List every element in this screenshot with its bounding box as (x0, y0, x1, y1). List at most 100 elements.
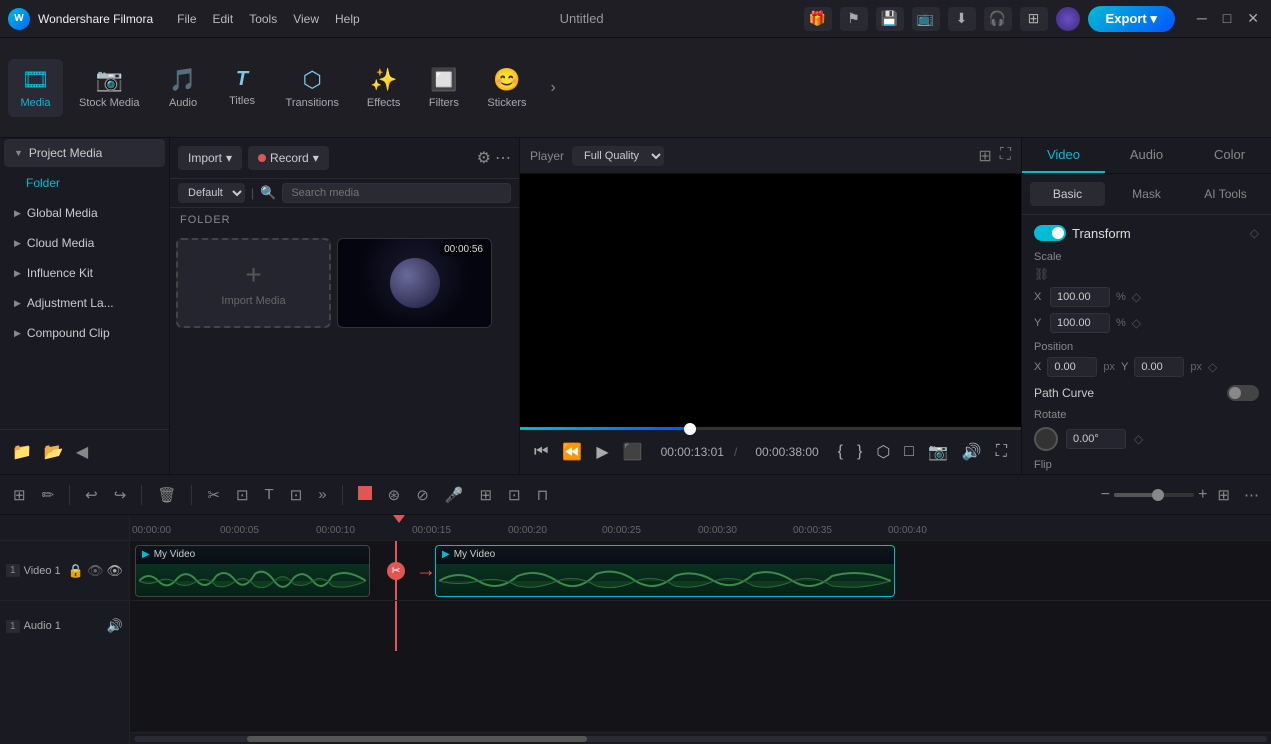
zoom-track[interactable] (1114, 493, 1194, 497)
frame-back-button[interactable]: ⏪ (558, 438, 586, 466)
toolbar-titles[interactable]: T Titles (215, 60, 270, 115)
delete-button[interactable]: 🗑 (152, 482, 181, 508)
toolbar-stock-media[interactable]: 📷 Stock Media (67, 59, 152, 117)
flag-icon-btn[interactable]: ⚑ (840, 7, 868, 31)
timeline-ruler[interactable]: 00:00:00 00:00:05 00:00:10 00:00:15 00:0… (130, 515, 1271, 541)
redo-button[interactable]: ↪ (109, 482, 132, 508)
insert-icon[interactable]: ⬡ (872, 438, 894, 466)
scale-y-diamond[interactable]: ◇ (1132, 316, 1141, 330)
subtab-mask[interactable]: Mask (1109, 182, 1184, 206)
zoom-out-button[interactable]: − (1101, 486, 1110, 504)
rotate-dial[interactable] (1034, 427, 1058, 451)
grid-view-icon[interactable]: ⊞ (978, 146, 991, 166)
toolbar-transitions[interactable]: ⬡ Transitions (274, 59, 351, 117)
pos-x-input[interactable] (1047, 357, 1097, 377)
transform-keyframe-diamond[interactable]: ◇ (1250, 226, 1259, 240)
record-tl-button[interactable] (353, 482, 377, 508)
more-btn[interactable]: » (313, 482, 331, 507)
sidebar-item-global-media[interactable]: ▶ Global Media (4, 199, 165, 227)
hscrollbar-thumb[interactable] (247, 736, 587, 742)
minimize-button[interactable]: ─ (1193, 10, 1211, 27)
aspect-button[interactable]: ⊡ (285, 482, 308, 508)
toolbar-audio[interactable]: 🎵 Audio (156, 59, 211, 117)
add-folder-icon[interactable]: 📂 (40, 438, 68, 466)
snapshot-icon[interactable]: 📷 (924, 438, 952, 466)
fullscreen-icon[interactable]: ⛶ (1000, 146, 1011, 166)
video-clip-right[interactable]: ▶ My Video (435, 545, 895, 597)
menu-tools[interactable]: Tools (249, 12, 277, 26)
overwrite-icon[interactable]: □ (900, 439, 918, 465)
record-button[interactable]: Record ▾ (248, 146, 329, 170)
video-lock-icon[interactable]: 🔒 (68, 563, 84, 579)
add-media-button[interactable]: + Import Media (176, 238, 331, 328)
search-input[interactable] (282, 183, 511, 203)
pos-y-input[interactable] (1134, 357, 1184, 377)
headphone-icon-btn[interactable]: 🎧 (984, 7, 1012, 31)
toolbar-media[interactable]: 🎞 Media (8, 59, 63, 117)
overlay-button[interactable]: ⊛ (383, 482, 406, 508)
pos-diamond[interactable]: ◇ (1208, 360, 1217, 374)
text-button[interactable]: T (260, 482, 279, 507)
scale-y-input[interactable] (1050, 313, 1110, 333)
avatar-btn[interactable] (1056, 7, 1080, 31)
tab-video[interactable]: Video (1022, 138, 1105, 173)
zoom-in-button[interactable]: + (1198, 486, 1207, 504)
split-audio-button[interactable]: ⊘ (411, 482, 434, 508)
gift-icon-btn[interactable]: 🎁 (804, 7, 832, 31)
quality-dropdown[interactable]: Full Quality (572, 146, 664, 166)
grid-layout-icon[interactable]: ⊞ (1213, 482, 1234, 508)
snap-icon[interactable]: ⊞ (8, 482, 31, 508)
toolbar-stickers[interactable]: 😊 Stickers (475, 59, 538, 117)
expand-icon[interactable]: ⛶ (992, 439, 1011, 465)
filter-icon[interactable]: ⚙ (477, 148, 491, 168)
sidebar-item-cloud-media[interactable]: ▶ Cloud Media (4, 229, 165, 257)
transform-tl-button[interactable]: ⊓ (532, 482, 554, 508)
video-clip-left[interactable]: ▶ My Video (135, 545, 370, 597)
subtab-basic[interactable]: Basic (1030, 182, 1105, 206)
progress-handle[interactable] (684, 423, 696, 435)
menu-help[interactable]: Help (335, 12, 360, 26)
mic-button[interactable]: 🎤 (440, 482, 469, 508)
hscrollbar-track[interactable] (134, 736, 1267, 742)
toolbar-filters[interactable]: 🔲 Filters (416, 59, 471, 117)
scale-x-diamond[interactable]: ◇ (1132, 290, 1141, 304)
player-progress[interactable] (520, 427, 1021, 430)
undo-button[interactable]: ↩ (80, 482, 103, 508)
sidebar-item-folder[interactable]: Folder (4, 169, 165, 197)
toolbar-more-arrow[interactable]: › (542, 71, 563, 105)
maximize-button[interactable]: □ (1219, 10, 1235, 27)
screen-icon-btn[interactable]: 📺 (912, 7, 940, 31)
cut-button[interactable]: ✂ (202, 482, 225, 508)
pip-button[interactable]: ⊡ (503, 482, 526, 508)
video-hide-icon[interactable]: 👁 (87, 563, 104, 579)
zoom-thumb[interactable] (1152, 489, 1164, 501)
sidebar-item-compound-clip[interactable]: ▶ Compound Clip (4, 319, 165, 347)
save-icon-btn[interactable]: 💾 (876, 7, 904, 31)
audio-vol-icon[interactable]: 🔊 (107, 618, 123, 634)
group-button[interactable]: ⊞ (474, 482, 497, 508)
sidebar-item-project-media[interactable]: ▼ Project Media (4, 139, 165, 167)
video-eye-icon[interactable]: 👁 (106, 563, 123, 579)
out-point-icon[interactable]: } (853, 439, 866, 465)
timeline-hscrollbar[interactable] (130, 732, 1271, 744)
close-button[interactable]: ✕ (1243, 10, 1263, 27)
scale-x-input[interactable] (1050, 287, 1110, 307)
export-button[interactable]: Export ▾ (1088, 6, 1175, 32)
grid-icon-btn[interactable]: ⊞ (1020, 7, 1048, 31)
menu-view[interactable]: View (293, 12, 319, 26)
path-curve-toggle[interactable] (1227, 385, 1259, 401)
collapse-icon[interactable]: ◀ (72, 438, 92, 466)
toolbar-effects[interactable]: ✨ Effects (355, 59, 412, 117)
in-point-icon[interactable]: { (834, 439, 847, 465)
import-button[interactable]: Import ▾ (178, 146, 242, 170)
media-thumbnail[interactable]: 00:00:56 (337, 238, 492, 328)
more-options-icon[interactable]: ⋯ (495, 148, 511, 168)
play-button[interactable]: ▶ (592, 438, 612, 466)
rotate-input[interactable] (1066, 429, 1126, 449)
menu-file[interactable]: File (177, 12, 196, 26)
crop-button[interactable]: ⊡ (231, 482, 254, 508)
transform-toggle[interactable] (1034, 225, 1066, 241)
new-folder-icon[interactable]: 📁 (8, 438, 36, 466)
default-dropdown[interactable]: Default (178, 183, 245, 203)
sidebar-item-adjustment[interactable]: ▶ Adjustment La... (4, 289, 165, 317)
